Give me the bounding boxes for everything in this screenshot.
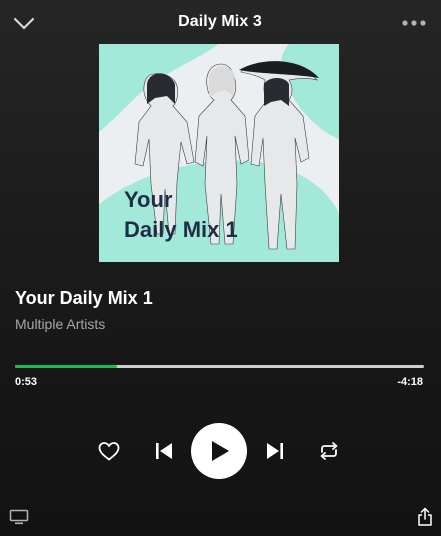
- cover-text-line1: Your: [124, 187, 173, 212]
- share-icon: [418, 507, 432, 526]
- previous-track-button[interactable]: [153, 440, 175, 462]
- heart-icon: [98, 442, 120, 461]
- album-cover: Your Daily Mix 1: [99, 44, 339, 262]
- more-horizontal-icon: [402, 20, 426, 26]
- play-button[interactable]: [191, 423, 247, 479]
- track-artist[interactable]: Multiple Artists: [15, 316, 105, 332]
- collapse-button[interactable]: [12, 12, 36, 34]
- page-title: Daily Mix 3: [178, 13, 262, 30]
- repeat-icon: [320, 442, 338, 460]
- next-track-button[interactable]: [264, 440, 286, 462]
- remaining-time: -4:18: [397, 376, 423, 388]
- skip-previous-icon: [156, 443, 172, 459]
- track-title[interactable]: Your Daily Mix 1: [15, 288, 153, 309]
- cover-text-line2: Daily Mix 1: [124, 217, 238, 242]
- devices-icon: [9, 509, 29, 525]
- connect-devices-button[interactable]: [9, 509, 29, 525]
- elapsed-time: 0:53: [15, 376, 38, 388]
- repeat-button[interactable]: [317, 440, 341, 462]
- like-button[interactable]: [97, 439, 121, 463]
- skip-next-icon: [267, 443, 283, 459]
- play-icon: [212, 441, 229, 461]
- share-button[interactable]: [417, 507, 433, 527]
- progress-bar[interactable]: [15, 365, 424, 368]
- more-options-button[interactable]: [401, 13, 427, 33]
- progress-fill: [15, 365, 118, 368]
- chevron-down-icon: [13, 17, 35, 30]
